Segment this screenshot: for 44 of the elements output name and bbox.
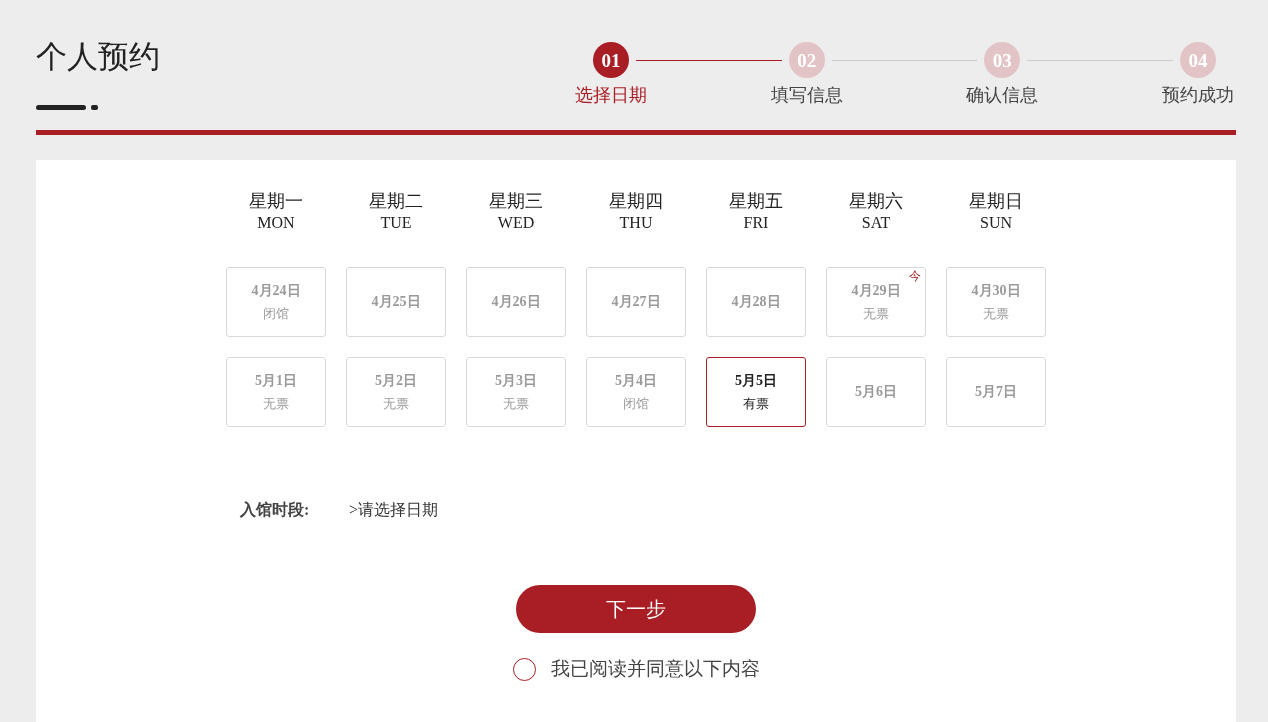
time-slot-label: 入馆时段: — [240, 500, 311, 520]
date-cell[interactable]: 5月2日 无票 — [346, 357, 446, 427]
date-cell[interactable]: 5月7日 — [946, 357, 1046, 427]
step-number: 02 — [788, 42, 825, 78]
weekday-abbr: THU — [619, 213, 653, 233]
step-number: 04 — [1180, 42, 1216, 78]
agree-checkbox[interactable] — [512, 657, 536, 681]
weekday-abbr: FRI — [743, 213, 769, 233]
date-cell[interactable]: 4月28日 — [706, 267, 806, 337]
weekday-name: 星期四 — [609, 190, 663, 212]
step-number: 03 — [984, 42, 1021, 78]
date-cell[interactable]: 5月3日 无票 — [466, 357, 566, 427]
weekday-name: 星期日 — [969, 190, 1023, 212]
agree-label: 我已阅读并同意以下内容 — [550, 657, 760, 681]
date-cell[interactable]: 5月5日 有票 — [706, 357, 806, 427]
weekday-abbr: TUE — [380, 213, 412, 233]
weekday-name: 星期二 — [369, 190, 423, 212]
page-title: 个人预约 — [36, 38, 160, 76]
weekday-abbr: SAT — [861, 213, 891, 233]
dash-dot-icon — [36, 105, 98, 110]
weekday-abbr: WED — [497, 213, 535, 233]
date-cell[interactable]: 5月1日 无票 — [226, 357, 326, 427]
date-cell[interactable]: 4月30日 无票 — [946, 267, 1046, 337]
weekday-name: 星期六 — [849, 190, 903, 212]
date-cell[interactable]: 5月4日 闭馆 — [586, 357, 686, 427]
weekday-abbr: MON — [257, 213, 295, 233]
weekday-name: 星期一 — [249, 190, 303, 212]
step-label: 确认信息 — [966, 85, 1039, 105]
date-cell[interactable]: 4月26日 — [466, 267, 566, 337]
weekday-name: 星期三 — [489, 190, 543, 212]
time-slot-hint: >请选择日期 — [349, 500, 439, 520]
next-step-button[interactable]: 下一步 — [516, 585, 756, 633]
today-label: 今 — [909, 269, 921, 283]
date-cell[interactable]: 4月25日 — [346, 267, 446, 337]
step-label: 预约成功 — [1162, 85, 1234, 105]
weekday-abbr: SUN — [980, 213, 1012, 233]
step-label: 选择日期 — [575, 85, 647, 105]
date-cell[interactable]: 4月29日 无票 今 — [826, 267, 926, 337]
date-cell[interactable]: 5月6日 — [826, 357, 926, 427]
weekday-name: 星期五 — [729, 190, 783, 212]
date-cell[interactable]: 4月27日 — [586, 267, 686, 337]
step-label: 填写信息 — [770, 85, 843, 105]
date-cell[interactable]: 4月24日 闭馆 — [226, 267, 326, 337]
step-number: 01 — [593, 42, 629, 78]
